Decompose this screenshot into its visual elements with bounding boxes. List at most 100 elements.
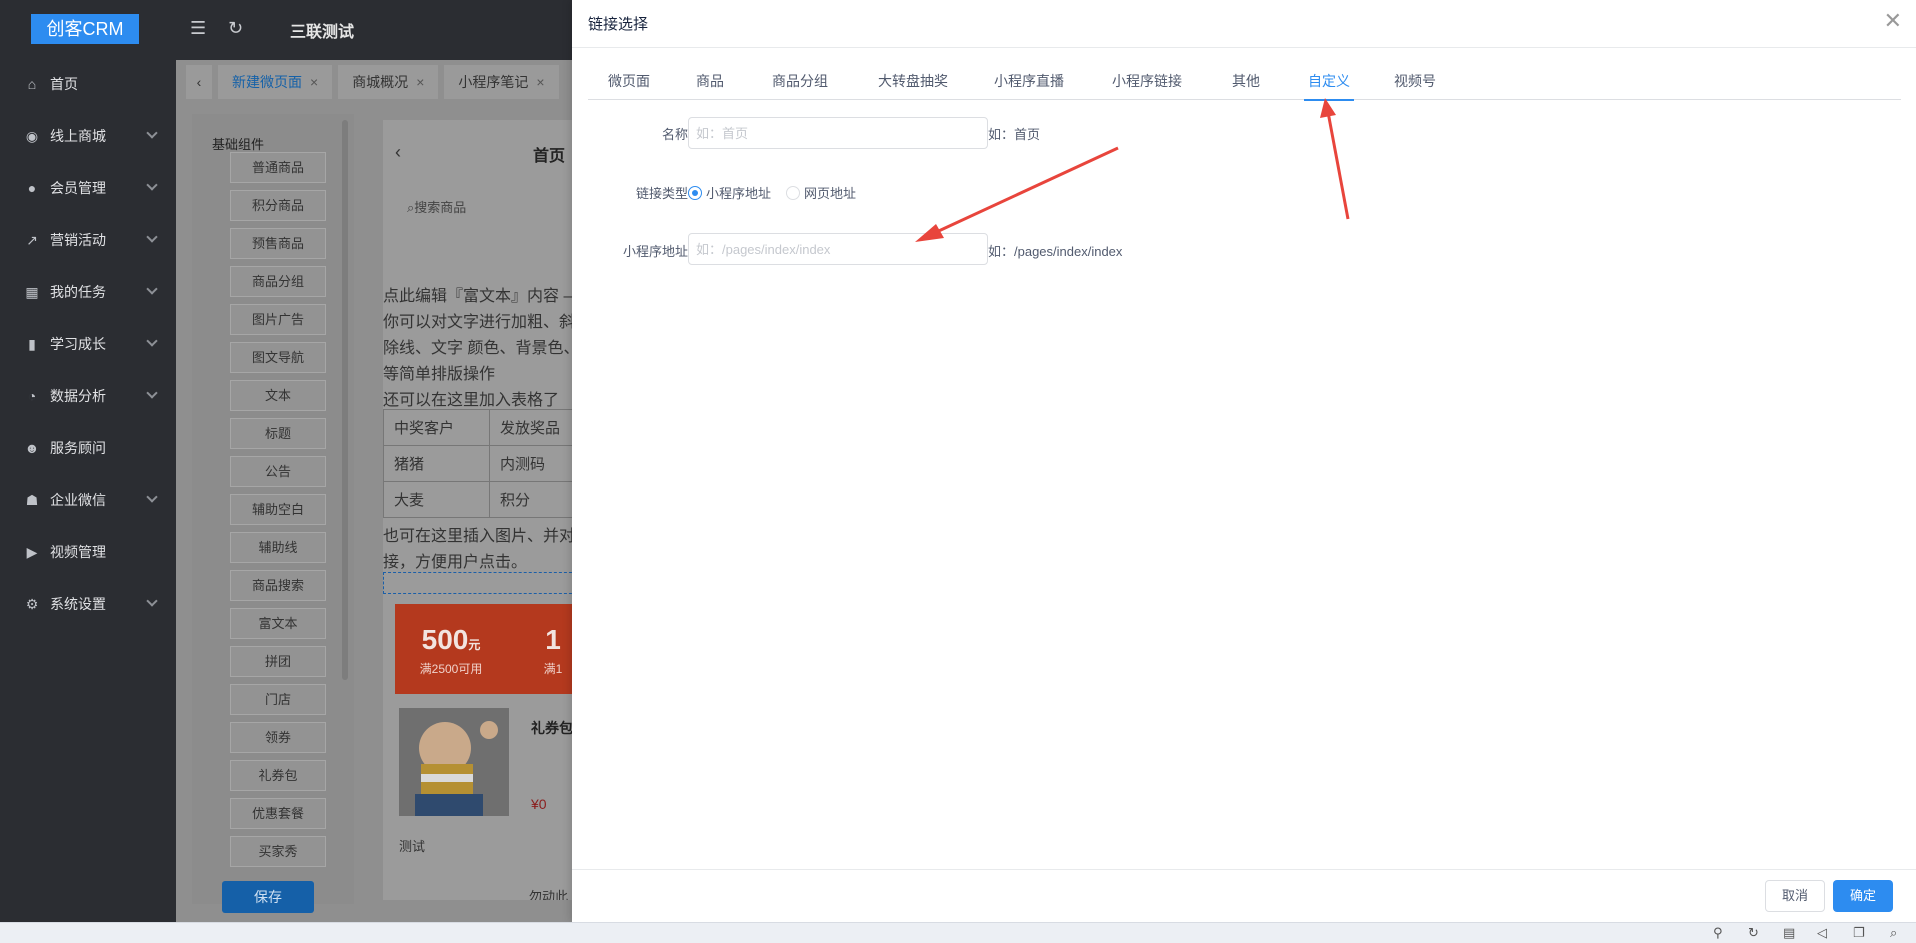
confirm-button[interactable]: 确定 [1833, 880, 1893, 912]
component-button[interactable]: 辅助线 [230, 532, 326, 563]
trash-icon[interactable]: ▤ [1783, 925, 1795, 941]
tab-scroll-left-button[interactable]: ‹ [186, 65, 212, 99]
component-button[interactable]: 公告 [230, 456, 326, 487]
component-button[interactable]: 商品分组 [230, 266, 326, 297]
component-button[interactable]: 优惠套餐 [230, 798, 326, 829]
dialog-tab[interactable]: 微页面 [608, 62, 650, 100]
pie-icon: ◔ [27, 388, 37, 404]
coupon-amount-value: 500 [421, 624, 469, 655]
cancel-button[interactable]: 取消 [1765, 880, 1825, 912]
dialog-tab[interactable]: 视频号 [1394, 62, 1436, 100]
table-cell: 猪猪 [383, 445, 490, 482]
coupon-amount-unit: 元 [468, 638, 481, 652]
dialog-tab[interactable]: 小程序链接 [1112, 62, 1182, 100]
app-logo: 创客CRM [31, 14, 139, 44]
page-tab[interactable]: 商城概况 × [338, 65, 439, 99]
dialog-tab[interactable]: 自定义 [1304, 62, 1354, 101]
radio-label: 小程序地址 [706, 186, 772, 201]
component-button[interactable]: 礼券包 [230, 760, 326, 791]
sidebar-item-label: 视频管理 [50, 544, 106, 560]
path-label: 小程序地址 [622, 244, 688, 259]
table-row: 中奖客户 发放奖品 [383, 409, 596, 446]
path-input[interactable] [688, 233, 988, 265]
sidebar-item[interactable]: ☻ 服务顾问 [0, 422, 176, 474]
component-button[interactable]: 拼团 [230, 646, 326, 677]
component-button[interactable]: 商品搜索 [230, 570, 326, 601]
component-button[interactable]: 领券 [230, 722, 326, 753]
refresh-icon[interactable]: ↻ [1748, 925, 1759, 941]
close-icon[interactable]: ✕ [1884, 10, 1902, 32]
radio-webpage[interactable]: 网页地址 [786, 183, 856, 202]
goods-tag: 测试 [399, 839, 426, 854]
search-icon[interactable]: ⌕ [1890, 925, 1897, 941]
component-button[interactable]: 图文导航 [230, 342, 326, 373]
sidebar-item[interactable]: ▮ 学习成长 [0, 318, 176, 370]
component-button[interactable]: 预售商品 [230, 228, 326, 259]
name-hint: 如：首页 [988, 127, 1041, 142]
dialog-tab[interactable]: 小程序直播 [994, 62, 1064, 100]
rich-text-table: 中奖客户 发放奖品 猪猪 内测码 大麦 积分 [383, 409, 596, 518]
page-tab[interactable]: 新建微页面 × [218, 65, 333, 99]
component-button[interactable]: 辅助空白 [230, 494, 326, 525]
sidebar-item[interactable]: ● 会员管理 [0, 162, 176, 214]
radio-miniprogram[interactable]: 小程序地址 [688, 183, 771, 202]
goods-footnote: 勿动此 [529, 889, 569, 900]
save-button[interactable]: 保存 [222, 881, 314, 913]
sidebar-item[interactable]: ⌂ 首页 [0, 58, 176, 110]
goods-name: 礼券包 [531, 720, 573, 736]
volume-icon[interactable]: ◁ [1817, 925, 1827, 941]
sidebar-item-label: 我的任务 [50, 284, 106, 300]
window-icon[interactable]: ❐ [1853, 925, 1865, 941]
video-icon: ▶ [26, 543, 38, 560]
sidebar-item[interactable]: ▶ 视频管理 [0, 526, 176, 578]
component-button[interactable]: 图片广告 [230, 304, 326, 335]
component-scrollbar[interactable] [342, 120, 348, 680]
component-panel-heading: 基础组件 [212, 137, 265, 152]
close-icon[interactable]: × [416, 74, 424, 90]
component-button[interactable]: 标题 [230, 418, 326, 449]
rich-text-block-2[interactable]: 也可在这里插入图片、并对 接，方便用户点击。 [383, 524, 575, 576]
sidebar-item-label: 营销活动 [50, 232, 106, 248]
dialog-tab[interactable]: 其他 [1232, 62, 1260, 100]
trend-icon: ↗ [26, 231, 38, 248]
table-cell: 中奖客户 [383, 409, 490, 446]
page-tabs: ‹ 新建微页面 × 商城概况 × 小程序笔记 × [186, 65, 565, 99]
component-button[interactable]: 富文本 [230, 608, 326, 639]
dialog-tab[interactable]: 商品 [696, 62, 724, 100]
sidebar-item[interactable]: ◔ 数据分析 [0, 370, 176, 422]
component-button[interactable]: 门店 [230, 684, 326, 715]
radio-indicator[interactable] [786, 185, 800, 200]
coupon-amount-value: 1 [545, 624, 561, 655]
name-input[interactable] [688, 117, 988, 149]
phone-title: 首页 [533, 148, 566, 165]
sidebar-item[interactable]: ☗ 企业微信 [0, 474, 176, 526]
radio-indicator[interactable] [688, 185, 702, 200]
menu-collapse-icon[interactable]: ☰ [190, 18, 206, 39]
sidebar-item[interactable]: ▦ 我的任务 [0, 266, 176, 318]
page-tab[interactable]: 小程序笔记 × [444, 65, 559, 99]
coupon-condition: 满2500可用 [419, 662, 483, 676]
component-button[interactable]: 积分商品 [230, 190, 326, 221]
sidebar-item-label: 系统设置 [50, 596, 106, 612]
back-icon[interactable]: ‹ [395, 142, 401, 163]
sidebar-item[interactable]: ⚙ 系统设置 [0, 578, 176, 630]
dialog-tab[interactable]: 商品分组 [772, 62, 828, 100]
goods-image [399, 708, 509, 816]
link-type-tabs: 微页面 商品 商品分组 大转盘抽奖 小程序直播 小程序链接 其他 自定义 视频号 [588, 62, 1901, 101]
pin-icon[interactable]: ⚲ [1713, 925, 1723, 941]
sidebar-item[interactable]: ◉ 线上商城 [0, 110, 176, 162]
sidebar-item[interactable]: ↗ 营销活动 [0, 214, 176, 266]
close-icon[interactable]: × [536, 74, 544, 90]
sidebar: 创客CRM ⌂ 首页 ◉ 线上商城 ● 会员管理 ↗ 营销活动 ▦ 我的任务 ▮ 学习成长 ◔ 数据分析 ☻… [0, 0, 176, 922]
component-button[interactable]: 买家秀 [230, 836, 326, 867]
chevron-down-icon [146, 595, 158, 607]
gear-icon: ⚙ [25, 595, 39, 612]
component-button[interactable]: 普通商品 [230, 152, 326, 183]
close-icon[interactable]: × [310, 74, 318, 90]
component-button[interactable]: 文本 [230, 380, 326, 411]
page-tab-label: 新建微页面 [232, 74, 302, 90]
sidebar-item-label: 线上商城 [50, 128, 106, 144]
refresh-icon[interactable]: ↻ [228, 18, 243, 39]
dialog-tab[interactable]: 大转盘抽奖 [878, 62, 948, 100]
chevron-down-icon [146, 179, 158, 191]
